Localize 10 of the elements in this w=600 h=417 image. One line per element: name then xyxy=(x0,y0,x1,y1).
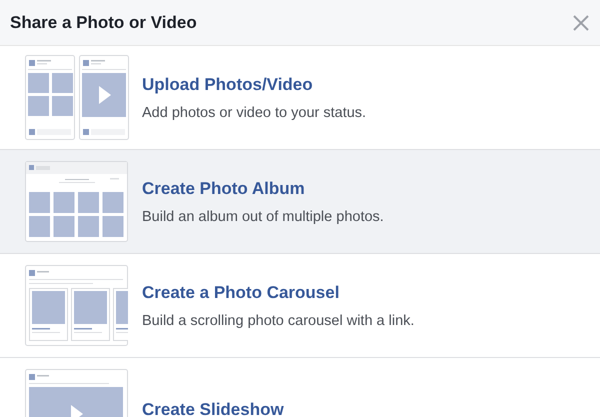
option-description: Build an album out of multiple photos. xyxy=(142,208,384,224)
close-icon[interactable] xyxy=(573,14,589,30)
option-title[interactable]: Create Photo Album xyxy=(142,178,384,198)
option-title[interactable]: Create a Photo Carousel xyxy=(142,282,414,302)
share-option[interactable]: Create Photo Album Build an album out of multiple photos. xyxy=(0,150,600,254)
option-description: Add photos or video to your status. xyxy=(142,104,366,120)
option-description: Build a scrolling photo carousel with a link. xyxy=(142,312,414,328)
option-title[interactable]: Create Slideshow xyxy=(142,400,284,417)
option-title[interactable]: Upload Photos/Video xyxy=(142,74,366,94)
dialog-title: Share a Photo or Video xyxy=(10,12,197,32)
